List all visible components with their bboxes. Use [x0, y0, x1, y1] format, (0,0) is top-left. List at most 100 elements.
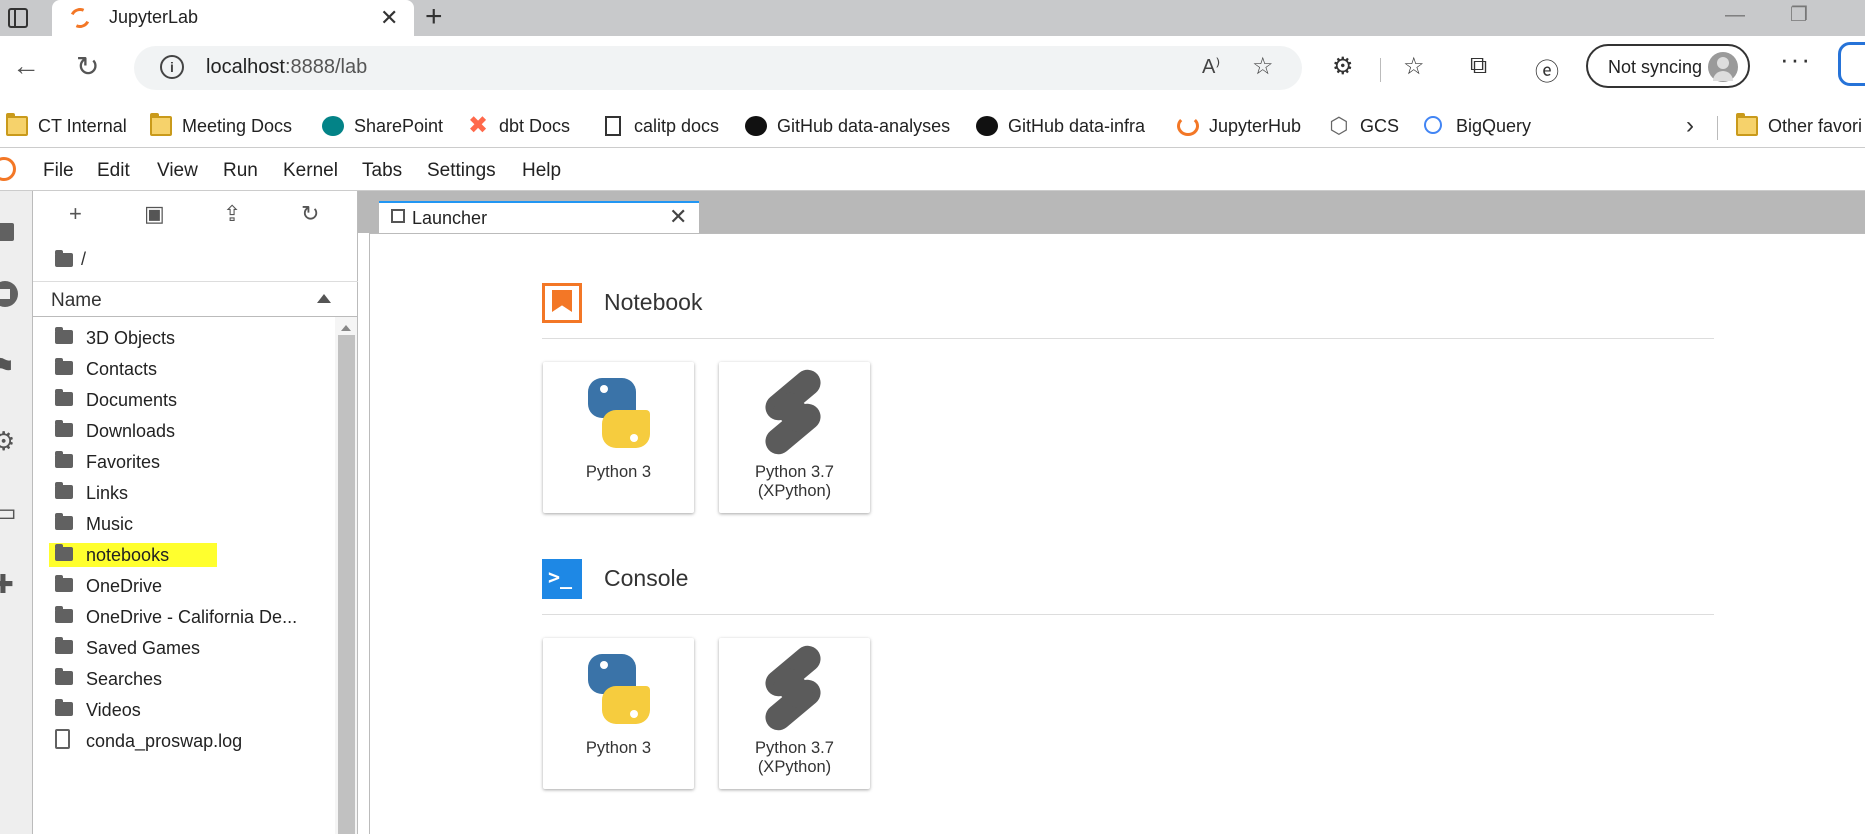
add-favorite-icon[interactable]: ☆: [1252, 52, 1274, 81]
menu-edit[interactable]: Edit: [97, 160, 130, 182]
sharepoint-icon: [322, 116, 344, 136]
file-row[interactable]: Videos: [33, 695, 333, 726]
folder-icon: [1736, 113, 1758, 136]
file-list-header[interactable]: Name: [33, 281, 358, 317]
toolbar-divider: [1380, 58, 1381, 82]
upload-icon[interactable]: ⇪: [223, 201, 241, 227]
file-browser-panel: + ▣ ⇪ ↻ / Name 3D Objects Contacts Docum…: [33, 191, 358, 834]
site-info-icon[interactable]: i: [160, 55, 184, 79]
jupyter-logo-icon: [0, 157, 16, 181]
launcher-icon: [391, 209, 405, 223]
file-row[interactable]: Documents: [33, 385, 333, 416]
file-row[interactable]: Contacts: [33, 354, 333, 385]
back-icon[interactable]: ←: [12, 50, 40, 82]
folder-icon: [55, 575, 73, 592]
launcher-card-console-python3[interactable]: Python 3: [543, 638, 694, 789]
tab-launcher[interactable]: Launcher ✕: [379, 201, 699, 233]
read-aloud-icon[interactable]: A⁾: [1202, 54, 1220, 79]
avatar-icon: [1708, 52, 1738, 82]
file-browser-icon[interactable]: [0, 223, 14, 241]
console-icon: >_: [542, 559, 582, 599]
git-icon[interactable]: ⚑: [0, 354, 20, 380]
section-divider: [542, 338, 1714, 339]
running-sessions-icon[interactable]: [0, 281, 18, 307]
launcher-card-notebook-python3[interactable]: Python 3: [543, 362, 694, 513]
menu-view[interactable]: View: [157, 160, 198, 182]
section-title-notebook: Notebook: [604, 289, 703, 315]
file-row[interactable]: Music: [33, 509, 333, 540]
new-tab-icon[interactable]: +: [425, 0, 443, 34]
python-logo-icon: [584, 654, 652, 724]
extension-manager-icon[interactable]: ✚: [0, 571, 20, 597]
tab-actions-icon[interactable]: [8, 8, 28, 28]
folder-icon: [6, 113, 28, 136]
browser-toolbar: ← ↻ i localhost:8888/lab A⁾ ☆ ⚙ ☆ ⧉ ⓔ No…: [0, 36, 1865, 106]
dock-tab-bar: Launcher ✕: [358, 191, 1865, 233]
dbt-icon: ✖: [467, 112, 489, 139]
column-name-header[interactable]: Name: [51, 290, 102, 312]
menu-bar: File Edit View Run Kernel Tabs Settings …: [0, 149, 1865, 191]
folder-icon: [55, 668, 73, 685]
folder-icon: [55, 451, 73, 468]
file-row[interactable]: conda_proswap.log: [33, 726, 333, 757]
scroll-up-icon[interactable]: [341, 325, 351, 331]
launcher-card-console-xpython[interactable]: Python 3.7 (XPython): [719, 638, 870, 789]
new-launcher-icon[interactable]: +: [69, 201, 82, 227]
file-row[interactable]: 3D Objects: [33, 323, 333, 354]
folder-icon: [55, 482, 73, 499]
github-icon: [745, 116, 767, 136]
address-url[interactable]: localhost:8888/lab: [206, 56, 367, 79]
launcher-card-notebook-xpython[interactable]: Python 3.7 (XPython): [719, 362, 870, 513]
refresh-files-icon[interactable]: ↻: [301, 201, 319, 227]
menu-tabs[interactable]: Tabs: [362, 160, 402, 182]
restore-icon[interactable]: ❐: [1790, 2, 1808, 27]
new-folder-icon[interactable]: ▣: [144, 201, 165, 227]
file-row[interactable]: OneDrive: [33, 571, 333, 602]
browser-tab[interactable]: JupyterLab ✕: [52, 0, 414, 36]
folder-icon: [55, 637, 73, 654]
menu-settings[interactable]: Settings: [427, 160, 496, 182]
file-list-scrollbar[interactable]: [335, 317, 357, 834]
scrollbar-thumb[interactable]: [338, 335, 355, 834]
file-row[interactable]: Saved Games: [33, 633, 333, 664]
jupyterlab-app: File Edit View Run Kernel Tabs Settings …: [0, 149, 1865, 834]
profile-sync-button[interactable]: Not syncing: [1586, 44, 1750, 88]
menu-run[interactable]: Run: [223, 160, 258, 182]
file-row[interactable]: Links: [33, 478, 333, 509]
folder-icon: [55, 699, 73, 716]
bookmarks-divider: [1717, 116, 1718, 140]
notebook-icon: [542, 283, 582, 323]
file-row-notebooks[interactable]: notebooks: [33, 540, 333, 571]
left-sidebar: ⚑ ⚙ ▭ ✚: [0, 191, 33, 834]
minimize-icon[interactable]: —: [1725, 4, 1745, 27]
close-icon[interactable]: ✕: [669, 204, 687, 230]
folder-icon: [55, 420, 73, 437]
jupyterhub-icon: [1177, 116, 1199, 136]
favorites-icon[interactable]: ☆: [1403, 52, 1425, 81]
ie-mode-icon[interactable]: ⓔ: [1535, 52, 1559, 87]
close-tab-icon[interactable]: ✕: [380, 5, 398, 31]
menu-kernel[interactable]: Kernel: [283, 160, 338, 182]
file-row[interactable]: Favorites: [33, 447, 333, 478]
bing-copilot-icon[interactable]: [1838, 42, 1865, 86]
chevron-right-icon[interactable]: ›: [1686, 112, 1694, 140]
file-row[interactable]: Downloads: [33, 416, 333, 447]
tabs-icon[interactable]: ▭: [0, 499, 20, 525]
menu-help[interactable]: Help: [522, 160, 561, 182]
breadcrumb[interactable]: /: [55, 249, 86, 270]
python-logo-icon: [584, 378, 652, 448]
file-row[interactable]: Searches: [33, 664, 333, 695]
address-bar[interactable]: i localhost:8888/lab A⁾ ☆: [134, 46, 1302, 90]
sort-ascending-icon[interactable]: [317, 294, 331, 303]
extensions-icon[interactable]: ⚙: [1332, 52, 1354, 81]
gcs-icon: ⬡: [1329, 113, 1349, 138]
refresh-icon[interactable]: ↻: [76, 50, 99, 83]
section-divider: [542, 614, 1714, 615]
bigquery-icon: [1424, 116, 1442, 134]
collections-icon[interactable]: ⧉: [1470, 52, 1487, 80]
file-row[interactable]: OneDrive - California De...: [33, 602, 333, 633]
section-title-console: Console: [604, 565, 689, 591]
menu-file[interactable]: File: [43, 160, 74, 182]
more-options-icon[interactable]: ···: [1780, 44, 1812, 75]
property-inspector-icon[interactable]: ⚙: [0, 428, 20, 454]
